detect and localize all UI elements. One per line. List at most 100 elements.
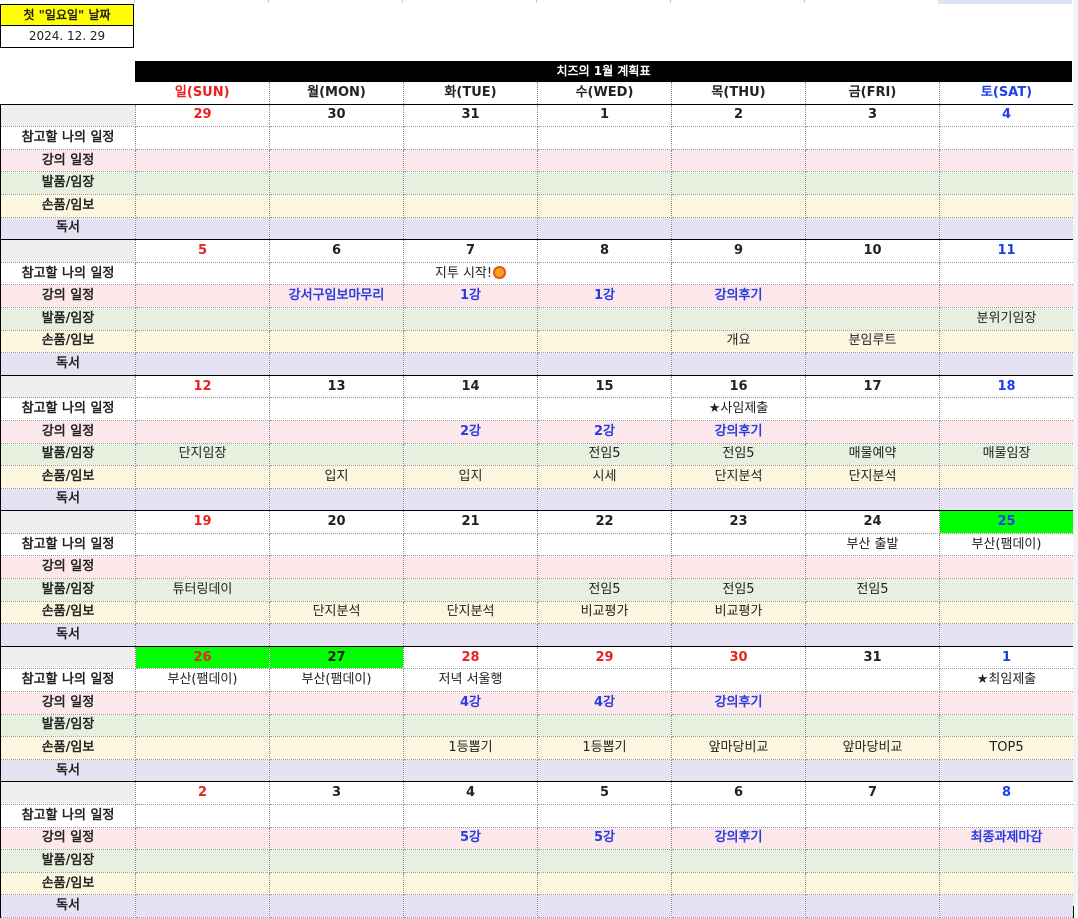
plan-cell[interactable] — [537, 894, 672, 918]
plan-cell[interactable] — [135, 262, 270, 286]
plan-cell[interactable]: 1강 — [403, 284, 538, 308]
plan-cell[interactable]: ★최임제출 — [939, 668, 1074, 693]
plan-cell[interactable] — [805, 284, 940, 308]
plan-cell[interactable] — [269, 759, 404, 783]
date-cell[interactable]: 17 — [805, 374, 940, 399]
date-cell[interactable]: 3 — [269, 781, 404, 805]
plan-cell[interactable] — [537, 307, 672, 331]
plan-cell[interactable] — [135, 420, 270, 444]
plan-cell[interactable] — [805, 126, 940, 150]
plan-cell[interactable] — [537, 804, 672, 828]
date-cell[interactable]: 5 — [135, 239, 270, 263]
plan-cell[interactable] — [135, 149, 270, 173]
plan-cell[interactable] — [269, 872, 404, 896]
plan-cell[interactable] — [537, 714, 672, 738]
date-cell[interactable]: 14 — [403, 374, 538, 399]
plan-cell[interactable] — [269, 849, 404, 873]
date-cell[interactable]: 31 — [805, 645, 940, 670]
plan-cell[interactable] — [537, 149, 672, 173]
plan-cell[interactable]: 5강 — [537, 827, 672, 851]
plan-cell[interactable]: 입지 — [403, 465, 538, 489]
plan-cell[interactable] — [269, 330, 404, 354]
plan-cell[interactable] — [403, 872, 538, 896]
plan-cell[interactable]: 전임5 — [537, 578, 672, 602]
plan-cell[interactable] — [269, 443, 404, 467]
date-cell[interactable]: 10 — [805, 239, 940, 263]
plan-cell[interactable]: 분임루트 — [805, 330, 940, 354]
date-cell[interactable]: 26 — [135, 645, 270, 670]
plan-cell[interactable] — [403, 397, 538, 421]
plan-cell[interactable] — [671, 126, 806, 150]
plan-cell[interactable] — [939, 352, 1074, 376]
plan-cell[interactable] — [403, 578, 538, 602]
date-cell[interactable]: 3 — [805, 103, 940, 128]
date-cell[interactable]: 28 — [403, 645, 538, 670]
plan-cell[interactable] — [671, 352, 806, 376]
plan-cell[interactable] — [671, 668, 806, 693]
plan-cell[interactable] — [805, 307, 940, 331]
plan-cell[interactable]: 강의후기 — [671, 420, 806, 444]
plan-cell[interactable] — [671, 171, 806, 195]
plan-cell[interactable] — [939, 872, 1074, 896]
plan-cell[interactable]: 튜터링데이 — [135, 578, 270, 602]
plan-cell[interactable] — [671, 849, 806, 873]
plan-cell[interactable] — [939, 849, 1074, 873]
plan-cell[interactable] — [671, 714, 806, 738]
plan-cell[interactable]: 입지 — [269, 465, 404, 489]
plan-cell[interactable]: 1등뽑기 — [403, 736, 538, 760]
plan-cell[interactable] — [403, 488, 538, 512]
plan-cell[interactable] — [805, 420, 940, 444]
plan-cell[interactable]: 부산(팸데이) — [269, 668, 404, 693]
plan-cell[interactable] — [939, 804, 1074, 828]
plan-cell[interactable] — [135, 330, 270, 354]
plan-cell[interactable] — [403, 623, 538, 647]
plan-cell[interactable] — [939, 262, 1074, 286]
plan-cell[interactable] — [269, 827, 404, 851]
plan-cell[interactable]: 강의후기 — [671, 284, 806, 308]
plan-cell[interactable]: 단지임장 — [135, 443, 270, 467]
plan-cell[interactable] — [135, 307, 270, 331]
plan-cell[interactable] — [939, 420, 1074, 444]
date-cell[interactable]: 31 — [403, 103, 538, 128]
plan-cell[interactable]: 최종과제마감 — [939, 827, 1074, 851]
date-cell[interactable]: 30 — [671, 645, 806, 670]
plan-cell[interactable] — [403, 171, 538, 195]
plan-cell[interactable]: 4강 — [403, 691, 538, 715]
plan-cell[interactable] — [135, 601, 270, 625]
plan-cell[interactable] — [805, 714, 940, 738]
plan-cell[interactable] — [671, 894, 806, 918]
plan-cell[interactable] — [269, 126, 404, 150]
plan-cell[interactable] — [939, 623, 1074, 647]
plan-cell[interactable] — [671, 623, 806, 647]
plan-cell[interactable] — [805, 759, 940, 783]
date-cell[interactable]: 29 — [135, 103, 270, 128]
date-cell[interactable]: 25 — [939, 510, 1074, 534]
plan-cell[interactable] — [537, 872, 672, 896]
plan-cell[interactable] — [671, 149, 806, 173]
plan-cell[interactable]: TOP5 — [939, 736, 1074, 760]
date-cell[interactable]: 2 — [671, 103, 806, 128]
plan-cell[interactable]: 앞마당비교 — [671, 736, 806, 760]
plan-cell[interactable] — [269, 420, 404, 444]
plan-cell[interactable] — [403, 714, 538, 738]
plan-cell[interactable]: 개요 — [671, 330, 806, 354]
plan-cell[interactable] — [671, 488, 806, 512]
date-cell[interactable]: 27 — [269, 645, 404, 670]
plan-cell[interactable] — [269, 894, 404, 918]
plan-cell[interactable] — [269, 488, 404, 512]
plan-cell[interactable]: 5강 — [403, 827, 538, 851]
plan-cell[interactable] — [269, 194, 404, 218]
plan-cell[interactable] — [671, 555, 806, 580]
plan-cell[interactable] — [135, 217, 270, 241]
date-cell[interactable]: 12 — [135, 374, 270, 399]
plan-cell[interactable] — [805, 849, 940, 873]
date-cell[interactable]: 2 — [135, 781, 270, 805]
date-cell[interactable]: 6 — [269, 239, 404, 263]
plan-cell[interactable] — [805, 149, 940, 173]
plan-cell[interactable]: 부산(팸데이) — [939, 533, 1074, 557]
plan-cell[interactable] — [403, 533, 538, 557]
plan-cell[interactable]: 강의후기 — [671, 827, 806, 851]
plan-cell[interactable] — [537, 555, 672, 580]
plan-cell[interactable] — [537, 126, 672, 150]
plan-cell[interactable] — [135, 872, 270, 896]
